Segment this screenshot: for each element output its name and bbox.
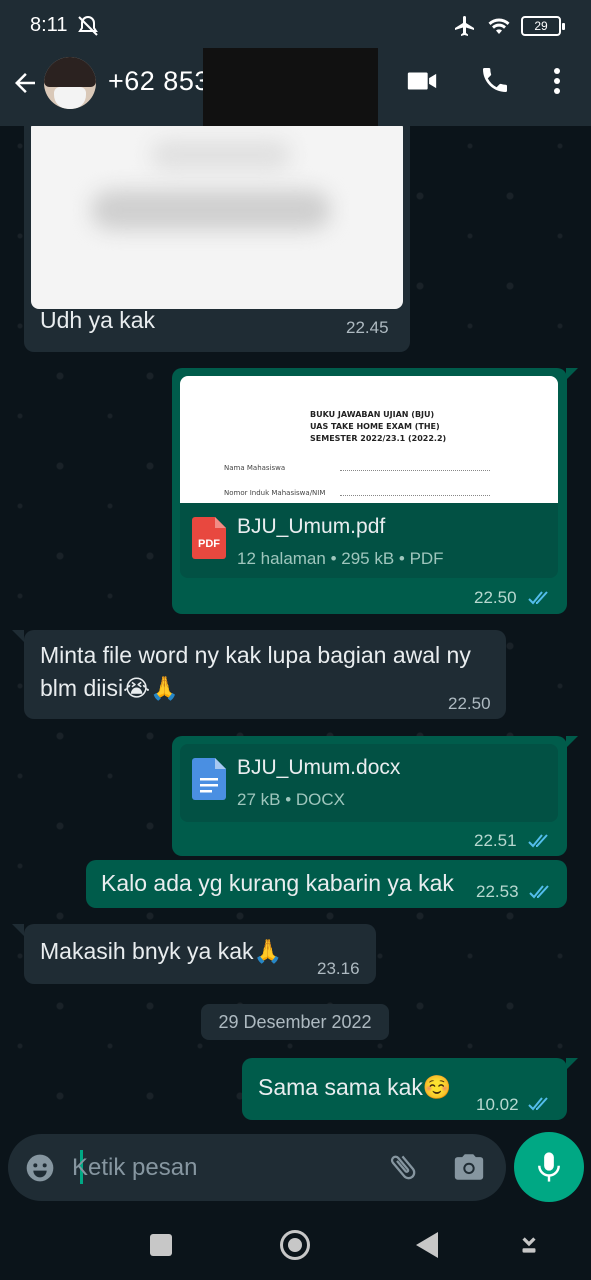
mute-notification-icon xyxy=(78,15,98,36)
message-outgoing-docx[interactable]: BJU_Umum.docx 27 kB • DOCX 22.51 xyxy=(172,736,567,856)
message-outgoing[interactable]: Sama sama kak☺️ 10.02 xyxy=(242,1058,567,1120)
message-outgoing[interactable]: Kalo ada yg kurang kabarin ya kak 22.53 xyxy=(86,860,567,908)
redaction-block xyxy=(203,48,378,126)
doc-preview-title: UAS TAKE HOME EXAM (THE) xyxy=(310,422,440,431)
message-time: 22.51 xyxy=(474,831,517,850)
doc-preview-field: Nama Mahasiswa xyxy=(224,464,286,472)
bubble-tail xyxy=(566,368,578,380)
message-composer xyxy=(8,1134,506,1201)
bubble-tail xyxy=(566,736,578,748)
message-time: 22.53 xyxy=(476,882,519,901)
emoji-icon[interactable] xyxy=(24,1152,56,1184)
back-arrow-icon[interactable] xyxy=(10,68,40,98)
status-icons: 29 xyxy=(453,14,565,38)
pdf-badge: PDF xyxy=(198,538,220,550)
message-incoming[interactable]: Makasih bnyk ya kak🙏 23.16 xyxy=(24,924,376,984)
keyboard-hide-icon[interactable] xyxy=(516,1232,542,1258)
message-time: 23.16 xyxy=(317,959,360,978)
document-preview[interactable]: BUKU JAWABAN UJIAN (BJU) UAS TAKE HOME E… xyxy=(180,376,558,503)
pdf-icon: PDF xyxy=(192,517,226,559)
mic-button[interactable] xyxy=(514,1132,584,1202)
wifi-icon xyxy=(488,18,510,34)
voice-call-icon[interactable] xyxy=(479,64,511,96)
video-call-icon[interactable] xyxy=(405,64,439,98)
message-text: blm diisi😭🙏 xyxy=(40,675,179,701)
message-incoming[interactable]: Minta file word ny kak lupa bagian awal … xyxy=(24,630,506,719)
read-ticks-icon xyxy=(528,591,548,605)
doc-preview-title: SEMESTER 2022/23.1 (2022.2) xyxy=(310,434,447,443)
airplane-mode-icon xyxy=(455,16,474,36)
home-button[interactable] xyxy=(280,1230,310,1260)
bubble-tail xyxy=(12,924,24,936)
chat-area[interactable]: Udh ya kak 22.45 BUKU JAWABAN UJIAN (BJU… xyxy=(0,126,591,1132)
message-time: 22.50 xyxy=(448,694,491,713)
file-name: BJU_Umum.pdf xyxy=(237,515,386,538)
file-attachment[interactable]: BJU_Umum.docx 27 kB • DOCX xyxy=(180,744,558,822)
back-button[interactable] xyxy=(416,1232,438,1258)
bubble-tail xyxy=(566,1058,578,1070)
camera-icon[interactable] xyxy=(452,1150,486,1184)
read-ticks-icon xyxy=(528,1097,548,1111)
doc-preview-title: BUKU JAWABAN UJIAN (BJU) xyxy=(310,410,435,419)
doc-preview-field: Nomor Induk Mahasiswa/NIM xyxy=(224,489,326,497)
docx-icon xyxy=(192,758,226,800)
file-attachment[interactable]: PDF BJU_Umum.pdf 12 halaman • 295 kB • P… xyxy=(180,503,558,578)
more-vert-icon[interactable] xyxy=(545,64,569,98)
recents-button[interactable] xyxy=(150,1234,172,1256)
message-input[interactable] xyxy=(72,1150,372,1186)
app-header: 8:11 29 +62 853- xyxy=(0,0,591,126)
message-text: Minta file word ny kak lupa bagian awal … xyxy=(40,642,471,668)
message-text: Makasih bnyk ya kak🙏 xyxy=(40,938,283,964)
file-meta: 27 kB • DOCX xyxy=(237,790,345,809)
image-attachment[interactable] xyxy=(31,126,403,309)
message-text: Sama sama kak☺️ xyxy=(258,1074,452,1100)
message-outgoing-pdf[interactable]: BUKU JAWABAN UJIAN (BJU) UAS TAKE HOME E… xyxy=(172,368,567,614)
attach-icon[interactable] xyxy=(386,1150,420,1184)
message-time: 10.02 xyxy=(476,1095,519,1114)
file-name: BJU_Umum.docx xyxy=(237,756,401,779)
system-nav-bar xyxy=(0,1208,591,1280)
message-text: Udh ya kak xyxy=(40,307,156,333)
bubble-tail xyxy=(12,630,24,642)
message-time: 22.50 xyxy=(474,588,517,607)
message-time: 22.45 xyxy=(346,318,389,337)
mic-icon xyxy=(538,1152,560,1182)
read-ticks-icon xyxy=(528,834,548,848)
read-ticks-icon xyxy=(529,885,549,899)
status-time: 8:11 xyxy=(30,14,68,36)
file-meta: 12 halaman • 295 kB • PDF xyxy=(237,549,444,568)
battery-indicator: 29 xyxy=(521,16,565,36)
date-divider: 29 Desember 2022 xyxy=(201,1004,389,1040)
message-incoming[interactable]: Udh ya kak 22.45 xyxy=(24,126,410,352)
avatar[interactable] xyxy=(44,57,96,109)
message-text: Kalo ada yg kurang kabarin ya kak xyxy=(101,870,454,896)
